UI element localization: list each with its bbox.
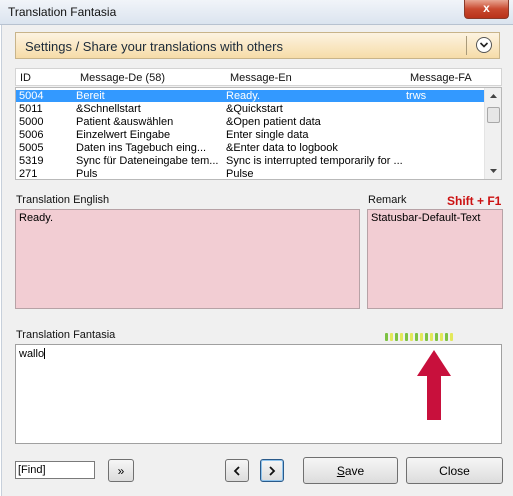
- title-bar[interactable]: Translation Fantasia x: [0, 0, 513, 25]
- row-de: Patient &auswählen: [76, 116, 174, 128]
- row-en: Sync is interrupted temporarily for ...: [226, 155, 403, 167]
- translation-english-field[interactable]: Ready.: [15, 209, 360, 309]
- message-list[interactable]: 5004 Bereit Ready. trws 5011 &Schnellsta…: [15, 87, 502, 180]
- row-en: Pulse: [226, 168, 254, 180]
- chevron-right-icon: [269, 465, 276, 476]
- meter-segment: [430, 333, 433, 341]
- row-de: Einzelwert Eingabe: [76, 129, 171, 141]
- list-row-selected[interactable]: 5004 Bereit Ready. trws: [16, 90, 486, 102]
- row-de: Bereit: [76, 90, 105, 102]
- column-header-de[interactable]: Message-De (58): [80, 72, 165, 84]
- meter-segment: [425, 333, 428, 341]
- row-id: 5004: [19, 90, 44, 102]
- list-row[interactable]: 5011 &Schnellstart &Quickstart: [16, 103, 486, 115]
- meter-segment: [390, 333, 393, 341]
- save-button[interactable]: Save: [303, 457, 398, 484]
- chevron-down-icon[interactable]: [476, 37, 492, 53]
- meter-segment: [450, 333, 453, 341]
- list-row[interactable]: 5005 Daten ins Tagebuch eing... &Enter d…: [16, 142, 486, 154]
- settings-text: Settings / Share your translations with …: [25, 39, 283, 54]
- column-header-en[interactable]: Message-En: [230, 72, 292, 84]
- scroll-down-icon[interactable]: [485, 163, 501, 179]
- chevron-left-icon: [233, 465, 240, 476]
- scrollbar-thumb[interactable]: [487, 107, 500, 123]
- row-de: Puls: [76, 168, 98, 180]
- arrow-up-icon: [417, 350, 451, 420]
- column-header-id[interactable]: ID: [20, 72, 31, 84]
- remark-label: Remark: [368, 194, 407, 206]
- row-id: 271: [19, 168, 38, 180]
- settings-bar[interactable]: Settings / Share your translations with …: [15, 32, 500, 59]
- meter-segment: [420, 333, 423, 341]
- meter-segment: [405, 333, 408, 341]
- row-en: Enter single data: [226, 129, 309, 141]
- list-row[interactable]: 5006 Einzelwert Eingabe Enter single dat…: [16, 129, 486, 141]
- row-en: &Enter data to logbook: [226, 142, 338, 154]
- remark-field[interactable]: Statusbar-Default-Text: [367, 209, 503, 309]
- translation-english-label: Translation English: [16, 194, 110, 206]
- row-id: 5000: [19, 116, 44, 128]
- window-close-button[interactable]: x: [464, 0, 509, 19]
- meter-segment: [400, 333, 403, 341]
- find-next-button[interactable]: »: [108, 459, 134, 482]
- translation-fantasia-label: Translation Fantasia: [16, 329, 116, 341]
- meter-segment: [440, 333, 443, 341]
- row-id: 5011: [19, 103, 43, 115]
- row-id: 5006: [19, 129, 44, 141]
- close-button-label: Close: [439, 463, 470, 478]
- find-input[interactable]: [Find]: [15, 461, 95, 479]
- list-row[interactable]: 5000 Patient &auswählen &Open patient da…: [16, 116, 486, 128]
- length-meter: [385, 333, 453, 341]
- column-header-fa[interactable]: Message-FA: [410, 72, 472, 84]
- row-fa: trws: [406, 90, 427, 102]
- translation-fantasia-value: wallo: [19, 348, 45, 360]
- next-button[interactable]: [260, 459, 284, 482]
- window-title: Translation Fantasia: [8, 5, 117, 19]
- row-id: 5005: [19, 142, 44, 154]
- close-button[interactable]: Close: [406, 457, 503, 484]
- meter-segment: [410, 333, 413, 341]
- row-de: Sync für Dateneingabe tem...: [76, 155, 219, 167]
- row-de: Daten ins Tagebuch eing...: [76, 142, 207, 154]
- row-en: &Quickstart: [226, 103, 283, 115]
- row-id: 5319: [19, 155, 44, 167]
- scroll-up-icon[interactable]: [485, 88, 501, 104]
- row-en: Ready.: [226, 90, 261, 102]
- meter-segment: [415, 333, 418, 341]
- meter-segment: [385, 333, 388, 341]
- meter-segment: [395, 333, 398, 341]
- meter-segment: [445, 333, 448, 341]
- list-scrollbar[interactable]: [484, 88, 501, 179]
- shortcut-hint: Shift + F1: [447, 194, 502, 208]
- row-de: &Schnellstart: [76, 103, 141, 115]
- save-button-label: Save: [336, 463, 365, 478]
- meter-segment: [435, 333, 438, 341]
- list-header: ID Message-De (58) Message-En Message-FA: [15, 68, 502, 86]
- list-row[interactable]: 271 Puls Pulse: [16, 168, 486, 180]
- previous-button[interactable]: [225, 459, 249, 482]
- settings-separator: [466, 36, 467, 55]
- list-row[interactable]: 5319 Sync für Dateneingabe tem... Sync i…: [16, 155, 486, 167]
- text-caret: [44, 348, 46, 359]
- row-en: &Open patient data: [226, 116, 321, 128]
